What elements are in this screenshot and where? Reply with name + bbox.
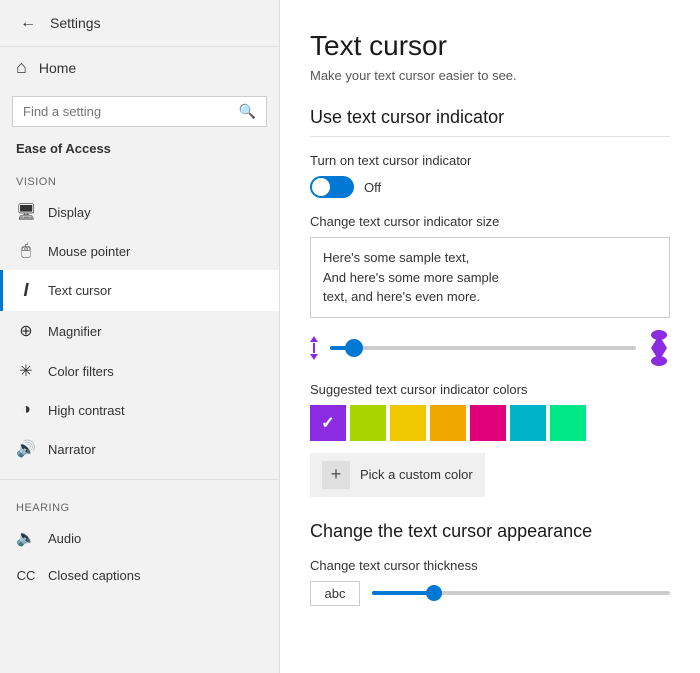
mouse-pointer-icon: 🖱 [16, 242, 36, 260]
pick-custom-color-button[interactable]: + Pick a custom color [310, 453, 485, 497]
cursor-top-arrow-small [310, 336, 318, 342]
cursor-line-small [313, 343, 315, 353]
large-cursor-svg [648, 330, 670, 366]
sample-line-1: Here's some sample text, [323, 248, 657, 268]
thickness-sample-text: abc [310, 581, 360, 606]
swatch-pink[interactable] [470, 405, 506, 441]
high-contrast-label: High contrast [48, 403, 125, 418]
toggle-row: Off [310, 176, 670, 198]
mouse-pointer-label: Mouse pointer [48, 244, 130, 259]
search-input[interactable] [23, 104, 239, 119]
settings-page-title: Settings [50, 15, 101, 31]
text-cursor-icon: I [16, 280, 36, 301]
thickness-row: abc [310, 581, 670, 606]
sidebar-item-color-filters[interactable]: ✳ Color filters [0, 351, 279, 391]
size-slider-thumb[interactable] [345, 339, 363, 357]
sidebar-item-display[interactable]: 🖥 Display [0, 192, 279, 232]
display-icon: 🖥 [16, 202, 36, 222]
indicator-section-heading: Use text cursor indicator [310, 107, 670, 137]
sidebar-item-magnifier[interactable]: ⊕ Magnifier [0, 311, 279, 351]
audio-icon: 🔈 [16, 528, 36, 548]
toggle-label: Turn on text cursor indicator [310, 153, 670, 168]
sidebar-item-text-cursor[interactable]: I Text cursor [0, 270, 279, 311]
swatch-yellow[interactable] [390, 405, 426, 441]
narrator-label: Narrator [48, 442, 96, 457]
sidebar-item-narrator[interactable]: 🔊 Narrator [0, 429, 279, 469]
swatch-green[interactable] [350, 405, 386, 441]
sidebar-item-audio[interactable]: 🔈 Audio [0, 518, 279, 558]
thickness-label: Change text cursor thickness [310, 558, 670, 573]
swatch-teal[interactable] [550, 405, 586, 441]
colors-label: Suggested text cursor indicator colors [310, 382, 670, 397]
hearing-section-label: Hearing [0, 490, 279, 518]
swatch-purple[interactable]: ✓ [310, 405, 346, 441]
high-contrast-icon: ◑ [16, 401, 36, 419]
color-filters-icon: ✳ [16, 361, 36, 381]
text-sample-box: Here's some sample text, And here's some… [310, 237, 670, 318]
size-label: Change text cursor indicator size [310, 214, 670, 229]
cursor-small-indicator [310, 336, 318, 360]
sidebar-item-closed-captions[interactable]: CC Closed captions [0, 558, 279, 593]
page-title: Text cursor [310, 30, 670, 62]
main-content: Text cursor Make your text cursor easier… [280, 0, 700, 673]
cursor-indicator-toggle[interactable] [310, 176, 354, 198]
size-slider-row [310, 330, 670, 366]
vision-section-label: Vision [0, 164, 279, 192]
narrator-icon: 🔊 [16, 439, 36, 459]
color-filters-label: Color filters [48, 364, 114, 379]
cursor-bottom-arrow-small [310, 354, 318, 360]
toggle-knob [312, 178, 330, 196]
sidebar-item-mouse-pointer[interactable]: 🖱 Mouse pointer [0, 232, 279, 270]
audio-label: Audio [48, 531, 81, 546]
search-icon: 🔍 [239, 103, 256, 120]
sidebar-item-home[interactable]: ⌂ Home [0, 47, 279, 88]
ease-of-access-title: Ease of Access [0, 135, 279, 164]
closed-captions-icon: CC [16, 568, 36, 583]
swatch-cyan[interactable] [510, 405, 546, 441]
home-label: Home [39, 60, 76, 76]
sidebar-header: ← Settings [0, 0, 279, 47]
thickness-slider-track[interactable] [372, 591, 670, 595]
sample-line-2: And here's some more sample [323, 268, 657, 288]
custom-color-label: Pick a custom color [360, 467, 473, 482]
sidebar-item-high-contrast[interactable]: ◑ High contrast [0, 391, 279, 429]
text-cursor-label: Text cursor [48, 283, 112, 298]
page-subtitle: Make your text cursor easier to see. [310, 68, 670, 83]
thickness-slider-thumb[interactable] [426, 585, 442, 601]
toggle-state-label: Off [364, 180, 381, 195]
home-icon: ⌂ [16, 57, 27, 78]
closed-captions-label: Closed captions [48, 568, 141, 583]
size-slider-track[interactable] [330, 346, 636, 350]
back-button[interactable]: ← [16, 10, 40, 36]
search-box[interactable]: 🔍 [12, 96, 267, 127]
plus-icon: + [322, 461, 350, 489]
color-swatches: ✓ [310, 405, 670, 441]
sidebar: ← Settings ⌂ Home 🔍 Ease of Access Visio… [0, 0, 280, 673]
magnifier-icon: ⊕ [16, 321, 36, 341]
section-divider [0, 479, 279, 480]
cursor-large-indicator [648, 330, 670, 366]
display-label: Display [48, 205, 91, 220]
swatch-orange[interactable] [430, 405, 466, 441]
sample-line-3: text, and here's even more. [323, 287, 657, 307]
appearance-section-heading: Change the text cursor appearance [310, 521, 670, 542]
magnifier-label: Magnifier [48, 324, 101, 339]
thickness-slider-fill [372, 591, 432, 595]
